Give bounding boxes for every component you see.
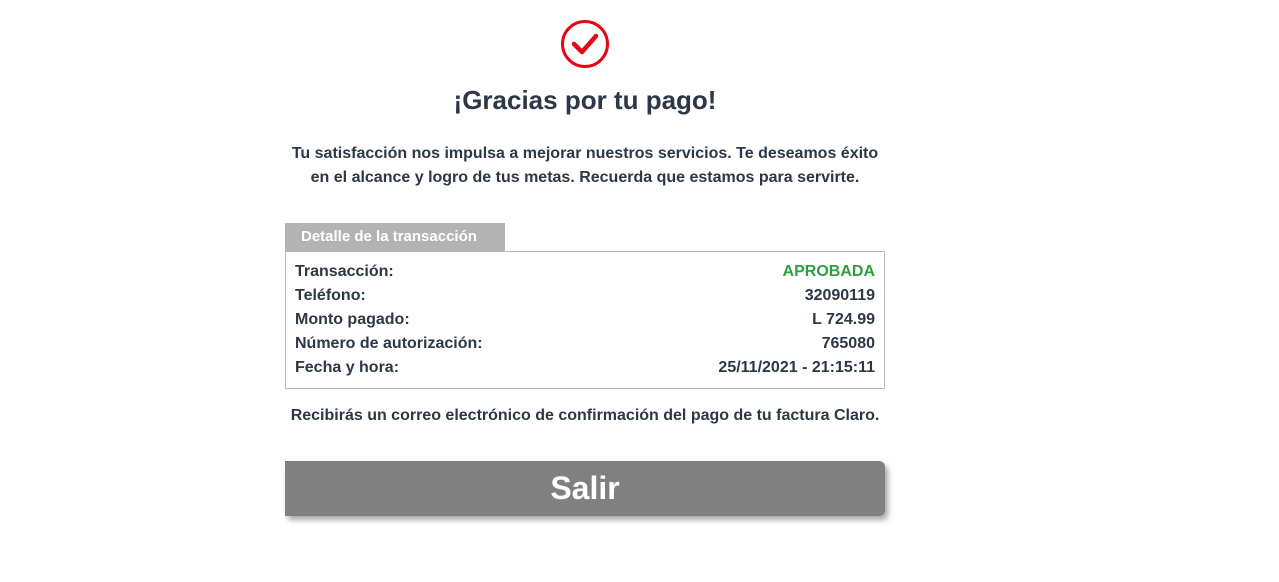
message-line-2: en el alcance y logro de tus metas. Recu… <box>310 169 860 186</box>
transaction-detail-tab: Detalle de la transacción <box>285 223 505 251</box>
phone-value: 32090119 <box>804 287 875 304</box>
thank-you-message: Tu satisfacción nos impulsa a mejorar nu… <box>285 142 885 190</box>
check-circle-icon <box>560 19 610 69</box>
transaction-status-value: APROBADA <box>782 263 875 280</box>
amount-paid-label: Monto pagado: <box>295 311 410 328</box>
date-time-value: 25/11/2021 - 21:15:11 <box>718 359 875 376</box>
amount-paid-row: Monto pagado: L 724.99 <box>295 309 875 333</box>
date-time-label: Fecha y hora: <box>295 359 400 376</box>
transaction-detail-box: Transacción: APROBADA Teléfono: 32090119… <box>285 251 885 389</box>
phone-label: Teléfono: <box>295 287 366 304</box>
authorization-number-row: Número de autorización: 765080 <box>295 333 875 357</box>
confirmation-email-note: Recibirás un correo electrónico de confi… <box>290 407 880 424</box>
authorization-number-label: Número de autorización: <box>295 335 483 352</box>
date-time-row: Fecha y hora: 25/11/2021 - 21:15:11 <box>295 357 875 381</box>
amount-paid-value: L 724.99 <box>812 311 875 328</box>
transaction-status-row: Transacción: APROBADA <box>295 261 875 285</box>
message-line-1: Tu satisfacción nos impulsa a mejorar nu… <box>291 145 879 162</box>
authorization-number-value: 765080 <box>821 335 875 352</box>
exit-button[interactable]: Salir <box>285 461 885 516</box>
page-title: ¡Gracias por tu pago! <box>453 85 717 115</box>
phone-row: Teléfono: 32090119 <box>295 285 875 309</box>
transaction-status-label: Transacción: <box>295 263 394 280</box>
